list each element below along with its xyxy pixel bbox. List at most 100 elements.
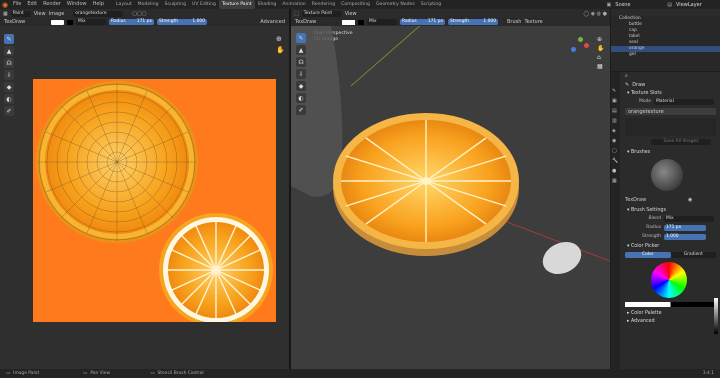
brush-preview[interactable] — [651, 159, 683, 191]
gradient-tab[interactable]: Gradient — [670, 251, 716, 258]
editor-type-icon[interactable]: ▦ — [3, 11, 8, 17]
blender-logo-icon[interactable]: ◉ — [0, 0, 10, 9]
menu-view[interactable]: View — [345, 11, 357, 17]
smear-tool-icon[interactable]: ☊ — [296, 57, 306, 67]
strength-field[interactable]: 1.000 — [664, 233, 706, 240]
grid-icon[interactable]: ▦ — [597, 62, 604, 71]
workspace-tab-layout[interactable]: Layout — [113, 0, 135, 9]
radius-field[interactable]: 171 px — [664, 224, 706, 231]
pan-icon[interactable]: ✋ — [276, 46, 285, 54]
secondary-color-swatch[interactable] — [67, 19, 73, 25]
color-picker-panel-header[interactable]: ▾ Color Picker — [621, 243, 720, 251]
color-swatch[interactable] — [342, 19, 355, 25]
value-slider[interactable] — [714, 298, 718, 334]
menu-window[interactable]: Window — [64, 0, 90, 9]
brush-name[interactable]: TexDraw — [295, 19, 339, 25]
draw-tool-icon[interactable]: ✎ — [4, 34, 14, 44]
strength-field[interactable]: Strength 1.000 — [448, 19, 498, 25]
texture-slot-item[interactable]: orangetexture — [628, 109, 664, 115]
brushes-panel-header[interactable]: ▾ Brushes — [621, 149, 720, 157]
shading-buttons[interactable]: ◯ ◉ ◍ ● — [584, 11, 610, 17]
strength-field[interactable]: Strength 1.000 — [157, 19, 207, 25]
texture-menu[interactable]: Texture — [524, 19, 542, 25]
workspace-tab-texture-paint[interactable]: Texture Paint — [218, 0, 255, 9]
menu-view[interactable]: View — [34, 11, 46, 17]
brush-menu[interactable]: Brush — [507, 19, 521, 25]
save-all-images-button[interactable]: Save All Images — [651, 139, 711, 145]
menu-edit[interactable]: Edit — [24, 0, 40, 9]
scene-name[interactable]: Scene — [615, 2, 663, 8]
world-tab-icon[interactable]: ◉ — [612, 136, 618, 146]
clone-tool-icon[interactable]: ⇩ — [296, 69, 306, 79]
workspace-tab-uv-editing[interactable]: UV Editing — [189, 0, 219, 9]
pan-icon[interactable]: ✋ — [597, 44, 604, 53]
smear-tool-icon[interactable]: ☊ — [4, 58, 14, 68]
secondary-color-swatch[interactable] — [358, 19, 364, 25]
editor-type-icon[interactable]: ⬚ — [294, 11, 299, 17]
workspace-tab-animation[interactable]: Animation — [279, 0, 308, 9]
brush-name-field[interactable]: TexDraw — [625, 197, 685, 203]
view-layer-tab-icon[interactable]: ▥ — [612, 116, 618, 126]
workspace-tab-rendering[interactable]: Rendering — [309, 0, 338, 9]
texture-tab-icon[interactable]: ▦ — [612, 176, 618, 186]
zoom-icon[interactable]: ⊕ — [597, 35, 604, 44]
color-tab[interactable]: Color — [625, 251, 671, 258]
color-wheel[interactable] — [651, 262, 687, 298]
search-icon[interactable]: ⌕ — [625, 73, 628, 79]
menu-help[interactable]: Help — [90, 0, 107, 9]
menu-render[interactable]: Render — [40, 0, 64, 9]
blend-dropdown[interactable]: Mix — [664, 215, 714, 222]
paint-mode-dropdown[interactable]: Paint — [10, 10, 31, 17]
workspace-tab-shading[interactable]: Shading — [255, 0, 280, 9]
view-layer-name[interactable]: ViewLayer — [676, 2, 716, 8]
navigation-gizmo[interactable] — [568, 35, 592, 59]
texture-slot-list[interactable]: orangetexture — [625, 108, 716, 115]
zoom-icon[interactable]: ⊕ — [276, 35, 282, 43]
annotate-tool-icon[interactable]: ✐ — [296, 105, 306, 115]
color-value-bar[interactable] — [625, 302, 716, 307]
blend-dropdown[interactable]: Mix — [367, 19, 397, 25]
fill-tool-icon[interactable]: ◆ — [296, 81, 306, 91]
fill-tool-icon[interactable]: ◆ — [4, 82, 14, 92]
material-tab-icon[interactable]: ● — [612, 166, 618, 176]
blend-dropdown[interactable]: Mix — [76, 19, 106, 25]
brush-settings-panel-header[interactable]: ▾ Brush Settings — [621, 207, 720, 215]
draw-tool-icon[interactable]: ✎ — [296, 33, 306, 43]
advanced-panel-header[interactable]: ▸ Advanced — [621, 318, 720, 326]
texture-canvas[interactable] — [33, 79, 276, 322]
brush-name[interactable]: TexDraw — [4, 19, 48, 25]
clone-tool-icon[interactable]: ⇩ — [4, 70, 14, 80]
workspace-tab-modeling[interactable]: Modeling — [135, 0, 162, 9]
3d-viewport[interactable]: ⬚ Texture Paint View ◯ ◉ ◍ ● TexDraw Mix… — [291, 9, 610, 369]
annotate-tool-icon[interactable]: ✐ — [4, 106, 14, 116]
texture-slots-panel-header[interactable]: ▾ Texture Slots — [621, 90, 720, 98]
workspace-tab-compositing[interactable]: Compositing — [338, 0, 373, 9]
workspace-tab-scripting[interactable]: Scripting — [418, 0, 444, 9]
workspace-tab-sculpting[interactable]: Sculpting — [162, 0, 189, 9]
mode-dropdown[interactable]: Texture Paint — [301, 10, 342, 17]
workspace-tab-geometry-nodes[interactable]: Geometry Nodes — [373, 0, 418, 9]
mode-dropdown[interactable]: Material — [654, 98, 714, 105]
soften-tool-icon[interactable]: ▲ — [296, 45, 306, 55]
tool-tab-icon[interactable]: ✎ — [612, 86, 618, 96]
advanced-dropdown[interactable]: Advanced — [260, 19, 289, 25]
radius-field[interactable]: Radius 171 px — [109, 19, 154, 25]
object-tab-icon[interactable]: ▢ — [612, 146, 618, 156]
radius-field[interactable]: Radius 171 px — [400, 19, 445, 25]
brush-fake-user-icon[interactable]: ◉ — [688, 197, 692, 203]
outliner-item[interactable]: gel — [611, 52, 720, 58]
soften-tool-icon[interactable]: ▲ — [4, 46, 14, 56]
menu-file[interactable]: File — [10, 0, 24, 9]
modifier-tab-icon[interactable]: 🔧 — [612, 156, 618, 166]
output-tab-icon[interactable]: ▤ — [612, 106, 618, 116]
render-tab-icon[interactable]: ▣ — [612, 96, 618, 106]
mask-tool-icon[interactable]: ◐ — [4, 94, 14, 104]
color-swatch[interactable] — [51, 19, 64, 25]
color-palette-panel-header[interactable]: ▸ Color Palette — [621, 310, 720, 318]
camera-icon[interactable]: ⌂ — [597, 53, 604, 62]
image-name-field[interactable]: orangetexture — [73, 10, 124, 17]
scene-tab-icon[interactable]: ◈ — [612, 126, 618, 136]
menu-image[interactable]: Image — [49, 11, 65, 17]
mask-tool-icon[interactable]: ◐ — [296, 93, 306, 103]
image-browse-icon[interactable]: ▢▢▢ — [132, 11, 146, 17]
